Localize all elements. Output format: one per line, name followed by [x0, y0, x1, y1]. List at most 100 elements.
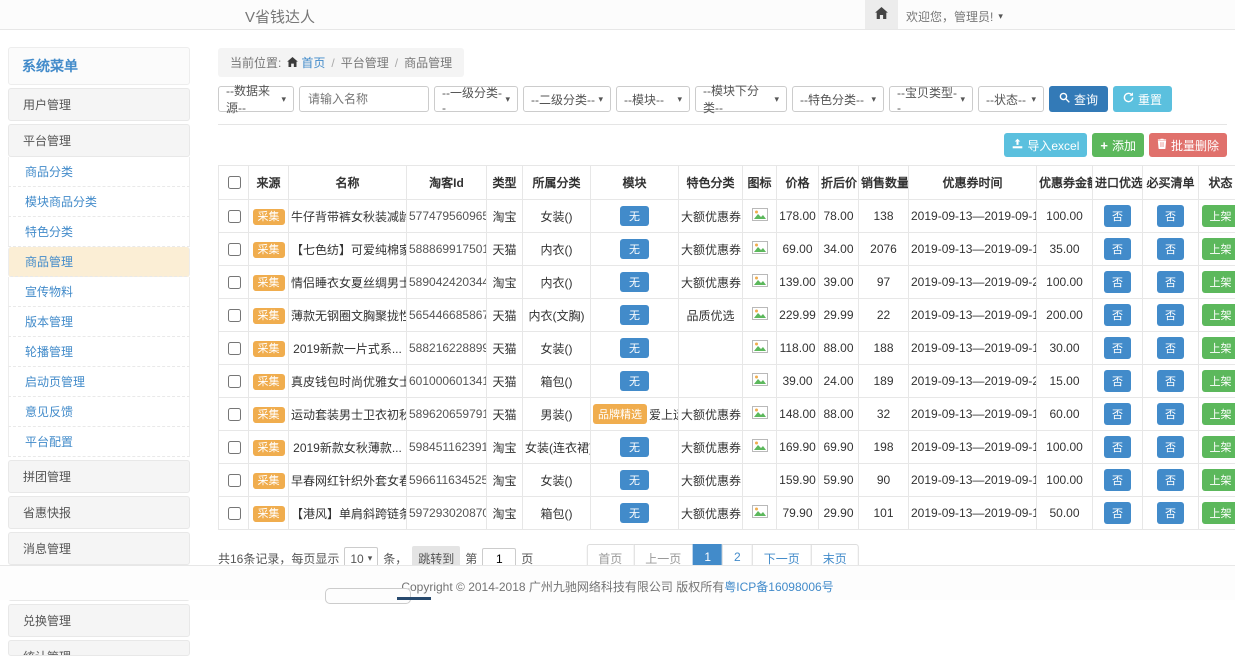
sidebar-item-6[interactable]: 宣传物料 — [8, 277, 190, 307]
sidebar-group-17[interactable]: 统计管理 — [8, 640, 190, 656]
sidebar-group-14[interactable]: 消息管理 — [8, 532, 190, 565]
sidebar-item-10[interactable]: 意见反馈 — [8, 397, 190, 427]
discount-price: 88.00 — [819, 398, 859, 431]
table-body: 采集牛仔背带裤女秋装减龄...577479560965淘宝女装()无大额优惠券1… — [219, 200, 1235, 530]
must-buy-toggle[interactable]: 否 — [1157, 271, 1184, 293]
status-cell: 上架 — [1199, 464, 1235, 497]
sidebar-item-4[interactable]: 特色分类 — [8, 217, 190, 247]
sidebar-item-2[interactable]: 商品分类 — [8, 157, 190, 187]
sidebar-item-11[interactable]: 平台配置 — [8, 427, 190, 457]
sidebar-group-16[interactable]: 兑换管理 — [8, 604, 190, 637]
filter-select-0[interactable]: --数据来源--▾ — [218, 86, 294, 112]
must-buy-toggle[interactable]: 否 — [1157, 403, 1184, 425]
row-checkbox[interactable] — [228, 408, 241, 421]
sidebar-item-8[interactable]: 轮播管理 — [8, 337, 190, 367]
filter-select-8[interactable]: --状态--▾ — [978, 86, 1044, 112]
status-toggle[interactable]: 上架 — [1202, 436, 1235, 458]
filter-select-7[interactable]: --宝贝类型--▾ — [889, 86, 973, 112]
import-optimal-toggle[interactable]: 否 — [1104, 403, 1131, 425]
import-optimal-toggle[interactable]: 否 — [1104, 469, 1131, 491]
icon-cell — [743, 332, 777, 365]
module-cell: 无 — [591, 332, 679, 365]
price: 169.90 — [777, 431, 819, 464]
sidebar-item-5[interactable]: 商品管理 — [8, 247, 190, 277]
status-toggle[interactable]: 上架 — [1202, 469, 1235, 491]
sidebar-group-1[interactable]: 平台管理 — [8, 124, 190, 157]
status-toggle[interactable]: 上架 — [1202, 271, 1235, 293]
filter-select-2[interactable]: --一级分类--▾ — [434, 86, 518, 112]
sidebar-group-0[interactable]: 用户管理 — [8, 88, 190, 121]
sidebar-group-12[interactable]: 拼团管理 — [8, 460, 190, 493]
row-checkbox[interactable] — [228, 276, 241, 289]
status-toggle[interactable]: 上架 — [1202, 370, 1235, 392]
home-icon — [287, 56, 298, 70]
status-cell: 上架 — [1199, 398, 1235, 431]
module-cell: 无 — [591, 365, 679, 398]
row-checkbox[interactable] — [228, 507, 241, 520]
import-optimal-cell: 否 — [1093, 233, 1143, 266]
import-excel-button[interactable]: 导入excel — [1004, 133, 1087, 157]
import-optimal-toggle[interactable]: 否 — [1104, 502, 1131, 524]
import-optimal-toggle[interactable]: 否 — [1104, 370, 1131, 392]
filter-select-6[interactable]: --特色分类--▾ — [792, 86, 884, 112]
reset-button[interactable]: 重置 — [1113, 86, 1172, 112]
status-toggle[interactable]: 上架 — [1202, 403, 1235, 425]
must-buy-toggle[interactable]: 否 — [1157, 370, 1184, 392]
sidebar-item-7[interactable]: 版本管理 — [8, 307, 190, 337]
discount-price: 34.00 — [819, 233, 859, 266]
discount-price: 24.00 — [819, 365, 859, 398]
add-button[interactable]: + 添加 — [1092, 133, 1144, 157]
status-toggle[interactable]: 上架 — [1202, 205, 1235, 227]
module-content: 无 — [620, 206, 649, 226]
row-checkbox[interactable] — [228, 342, 241, 355]
user-menu[interactable]: 欢迎您，管理员! ▾ — [906, 8, 1003, 25]
must-buy-toggle[interactable]: 否 — [1157, 469, 1184, 491]
browser-link-preview — [325, 588, 411, 604]
row-checkbox[interactable] — [228, 441, 241, 454]
row-checkbox[interactable] — [228, 210, 241, 223]
row-checkbox[interactable] — [228, 375, 241, 388]
bulk-delete-button[interactable]: 批量删除 — [1149, 133, 1227, 157]
row-checkbox-cell — [219, 299, 249, 332]
must-buy-toggle[interactable]: 否 — [1157, 304, 1184, 326]
icp-link[interactable]: 粤ICP备16098006号 — [724, 580, 833, 594]
import-optimal-toggle[interactable]: 否 — [1104, 304, 1131, 326]
must-buy-toggle[interactable]: 否 — [1157, 436, 1184, 458]
status-toggle[interactable]: 上架 — [1202, 304, 1235, 326]
filter-select-label: --二级分类-- — [531, 91, 595, 108]
name-search-input[interactable] — [299, 86, 429, 112]
column-header-4: 所属分类 — [523, 166, 591, 200]
import-optimal-toggle[interactable]: 否 — [1104, 238, 1131, 260]
select-all-checkbox[interactable] — [228, 176, 241, 189]
must-buy-toggle[interactable]: 否 — [1157, 238, 1184, 260]
module-content: 无 — [620, 503, 649, 523]
must-buy-toggle[interactable]: 否 — [1157, 502, 1184, 524]
sidebar-group-13[interactable]: 省惠快报 — [8, 496, 190, 529]
must-buy-toggle[interactable]: 否 — [1157, 205, 1184, 227]
status-toggle[interactable]: 上架 — [1202, 238, 1235, 260]
status-toggle[interactable]: 上架 — [1202, 337, 1235, 359]
import-optimal-toggle[interactable]: 否 — [1104, 271, 1131, 293]
sidebar-item-3[interactable]: 模块商品分类 — [8, 187, 190, 217]
filter-select-4[interactable]: --模块--▾ — [616, 86, 690, 112]
import-optimal-toggle[interactable]: 否 — [1104, 205, 1131, 227]
module-content: 无 — [620, 239, 649, 259]
must-buy-toggle[interactable]: 否 — [1157, 337, 1184, 359]
row-checkbox[interactable] — [228, 243, 241, 256]
status-toggle[interactable]: 上架 — [1202, 502, 1235, 524]
sidebar-item-9[interactable]: 启动页管理 — [8, 367, 190, 397]
module-badge: 无 — [620, 239, 649, 259]
sales-count: 22 — [859, 299, 909, 332]
filter-select-3[interactable]: --二级分类--▾ — [523, 86, 611, 112]
home-button[interactable] — [865, 0, 898, 29]
import-optimal-toggle[interactable]: 否 — [1104, 436, 1131, 458]
search-button[interactable]: 查询 — [1049, 86, 1108, 112]
module-content: 无 — [620, 305, 649, 325]
row-checkbox-cell — [219, 497, 249, 530]
breadcrumb-home-link[interactable]: 首页 — [287, 54, 325, 71]
filter-select-5[interactable]: --模块下分类--▾ — [695, 86, 787, 112]
row-checkbox[interactable] — [228, 309, 241, 322]
import-optimal-toggle[interactable]: 否 — [1104, 337, 1131, 359]
row-checkbox[interactable] — [228, 474, 241, 487]
table-row: 采集2019新款一片式系...588216228899天猫女装()无118.00… — [219, 332, 1235, 365]
